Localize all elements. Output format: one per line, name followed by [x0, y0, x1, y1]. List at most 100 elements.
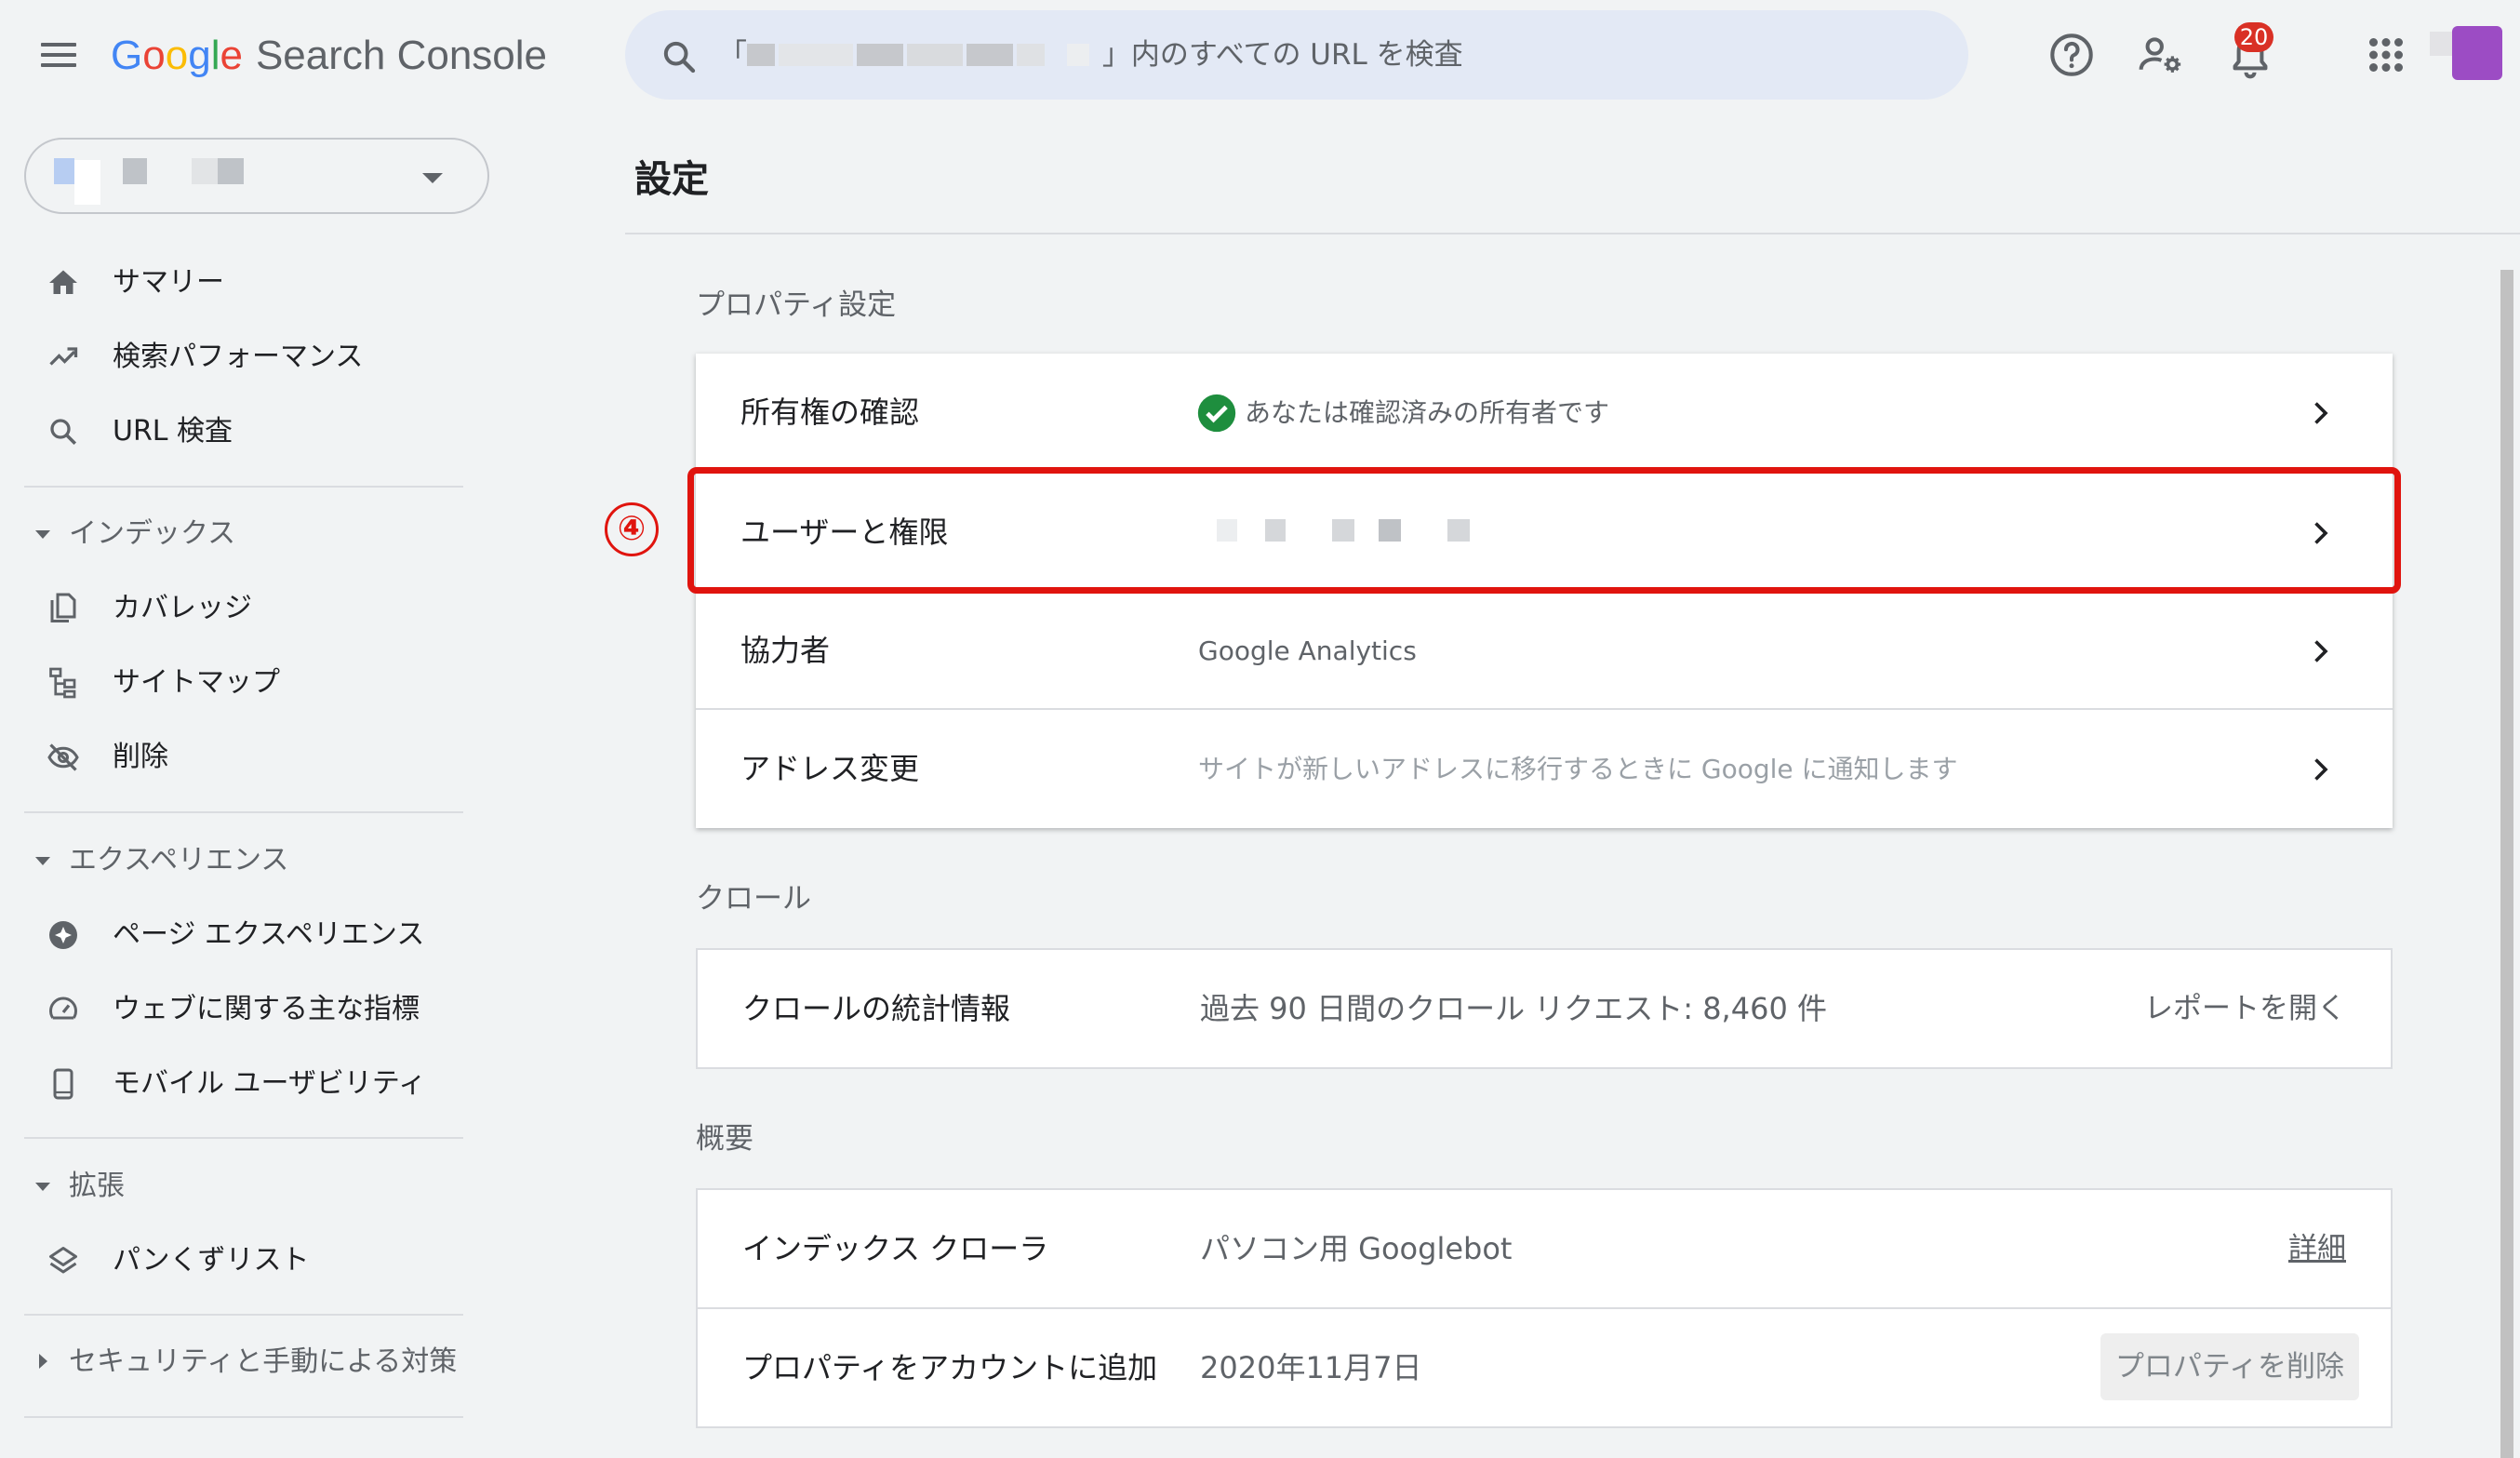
row-label: インデックス クローラ — [742, 1231, 1049, 1266]
expand-arrow-icon — [39, 1354, 47, 1369]
nav-core-web-vitals[interactable]: ウェブに関する主な指標 — [0, 980, 465, 1039]
nav-label: カバレッジ — [113, 592, 252, 624]
redacted-block — [192, 158, 218, 184]
section-security[interactable]: セキュリティと手動による対策 — [0, 1335, 465, 1389]
row-value: あなたは確認済みの所有者です — [1245, 397, 1610, 428]
nav-url-inspection[interactable]: URL 検査 — [0, 402, 465, 461]
nav-label: ページ エクスペリエンス — [113, 918, 425, 951]
redacted-block — [218, 158, 244, 184]
redacted-property-url — [747, 12, 1093, 101]
collapse-arrow-icon — [35, 857, 50, 865]
search-icon — [50, 419, 77, 446]
section-enhancements[interactable]: 拡張 — [0, 1159, 465, 1213]
dropdown-arrow-icon — [422, 173, 443, 183]
avatar-edge — [2430, 32, 2454, 56]
group-label-crawl: クロール — [696, 882, 811, 916]
url-inspect-search[interactable]: 「 」内のすべての URL を検査 — [625, 10, 1968, 100]
nav-page-experience[interactable]: ページ エクスペリエンス — [0, 905, 465, 965]
notification-badge: 20 — [2234, 22, 2273, 52]
divider — [24, 486, 463, 488]
top-app-bar: Google Search Console 「 」内のすべての URL を検査 2… — [0, 0, 2520, 111]
details-link[interactable]: 詳細 — [2288, 1190, 2346, 1308]
account-avatar[interactable] — [2452, 26, 2502, 80]
nav-label: サマリー — [113, 266, 224, 299]
redacted-block — [74, 160, 100, 205]
logo-letter: o — [165, 33, 189, 78]
collapse-arrow-icon — [35, 1183, 50, 1191]
file-copy-icon — [50, 593, 76, 622]
nav-label: 検索パフォーマンス — [113, 341, 364, 373]
row-value: サイトが新しいアドレスに移行するときに Google に通知します — [1198, 754, 1958, 784]
nav-breadcrumbs[interactable]: パンくずリスト — [0, 1231, 465, 1291]
chevron-right-icon — [2314, 758, 2328, 781]
section-label: インデックス — [69, 517, 236, 550]
nav-removals[interactable]: 削除 — [0, 728, 465, 787]
search-icon — [663, 41, 696, 74]
chevron-right-icon — [2314, 402, 2328, 424]
nav-mobile-usability[interactable]: モバイル ユーザビリティ — [0, 1054, 465, 1114]
section-experience[interactable]: エクスペリエンス — [0, 834, 465, 888]
row-value: パソコン用 Googlebot — [1200, 1231, 1513, 1266]
scrollbar[interactable] — [2499, 242, 2515, 1458]
section-index[interactable]: インデックス — [0, 507, 465, 561]
logo-letter: o — [142, 33, 166, 78]
chevron-right-icon — [2314, 640, 2328, 662]
divider — [24, 811, 463, 813]
group-label-property-settings: プロパティ設定 — [696, 288, 897, 322]
divider — [24, 1416, 463, 1418]
manage-users-icon[interactable] — [2136, 30, 2186, 80]
nav-coverage[interactable]: カバレッジ — [0, 579, 465, 638]
crawl-card: クロールの統計情報 過去 90 日間のクロール リクエスト: 8,460 件 レ… — [696, 948, 2393, 1069]
row-crawl-stats[interactable]: クロールの統計情報 過去 90 日間のクロール リクエスト: 8,460 件 レ… — [698, 950, 2391, 1068]
property-selector[interactable] — [24, 138, 489, 214]
section-label: エクスペリエンス — [69, 844, 289, 876]
title-divider — [625, 233, 2520, 234]
scrollbar-thumb[interactable] — [2500, 270, 2513, 1458]
row-label: クロールの統計情報 — [742, 991, 1011, 1026]
row-property-added: プロパティをアカウントに追加 2020年11月7日 プロパティを削除 — [698, 1309, 2391, 1427]
group-label-overview: 概要 — [696, 1122, 753, 1156]
row-label: アドレス変更 — [740, 751, 920, 786]
logo-letter: G — [111, 33, 143, 78]
nav-label: パンくずリスト — [113, 1244, 310, 1277]
row-value: Google Analytics — [1198, 635, 1417, 666]
menu-icon[interactable] — [37, 35, 84, 74]
section-label: セキュリティと手動による対策 — [69, 1345, 458, 1378]
page-title: 設定 — [634, 158, 709, 201]
open-report-link[interactable]: レポートを開く — [2144, 950, 2346, 1068]
logo-letter: l — [210, 33, 220, 78]
section-label: 拡張 — [69, 1170, 125, 1202]
nav-label: サイトマップ — [113, 666, 280, 699]
row-associates[interactable]: 協力者 Google Analytics — [696, 592, 2393, 710]
redacted-property-name — [54, 158, 74, 184]
nav-search-performance[interactable]: 検索パフォーマンス — [0, 328, 465, 387]
visibility-off-icon — [47, 743, 79, 771]
row-label: 協力者 — [740, 633, 831, 668]
row-value: 過去 90 日間のクロール リクエスト: 8,460 件 — [1200, 991, 1827, 1026]
row-users-permissions[interactable]: ユーザーと権限 — [696, 474, 2393, 592]
overview-card: インデックス クローラ パソコン用 Googlebot 詳細 プロパティをアカウ… — [696, 1188, 2393, 1428]
app-logo[interactable]: Google Search Console — [111, 28, 547, 84]
product-name: Search Console — [255, 33, 548, 78]
home-icon — [49, 270, 77, 294]
apps-grid-icon[interactable] — [2361, 30, 2411, 80]
row-indexing-crawler: インデックス クローラ パソコン用 Googlebot 詳細 — [698, 1190, 2391, 1308]
nav-label: 削除 — [113, 741, 168, 773]
search-open-bracket: 「 — [718, 38, 747, 72]
speed-gauge-icon — [49, 997, 77, 1020]
nav-summary[interactable]: サマリー — [0, 253, 465, 313]
nav-label: モバイル ユーザビリティ — [113, 1067, 427, 1100]
row-label: 所有権の確認 — [740, 395, 920, 430]
layers-icon — [49, 1247, 77, 1274]
trending-up-icon — [49, 347, 78, 366]
row-ownership-verification[interactable]: 所有権の確認 あなたは確認済みの所有者です — [696, 354, 2393, 472]
row-change-of-address[interactable]: アドレス変更 サイトが新しいアドレスに移行するときに Google に通知します — [696, 710, 2393, 828]
plus-circle-icon — [49, 921, 77, 949]
search-placeholder: 」内のすべての URL を検査 — [1101, 38, 1463, 72]
remove-property-button[interactable]: プロパティを削除 — [2100, 1333, 2359, 1400]
sitemap-icon — [49, 667, 76, 699]
row-label: ユーザーと権限 — [740, 515, 949, 550]
nav-sitemaps[interactable]: サイトマップ — [0, 653, 465, 713]
help-icon[interactable] — [2047, 30, 2097, 80]
divider — [24, 1314, 463, 1316]
